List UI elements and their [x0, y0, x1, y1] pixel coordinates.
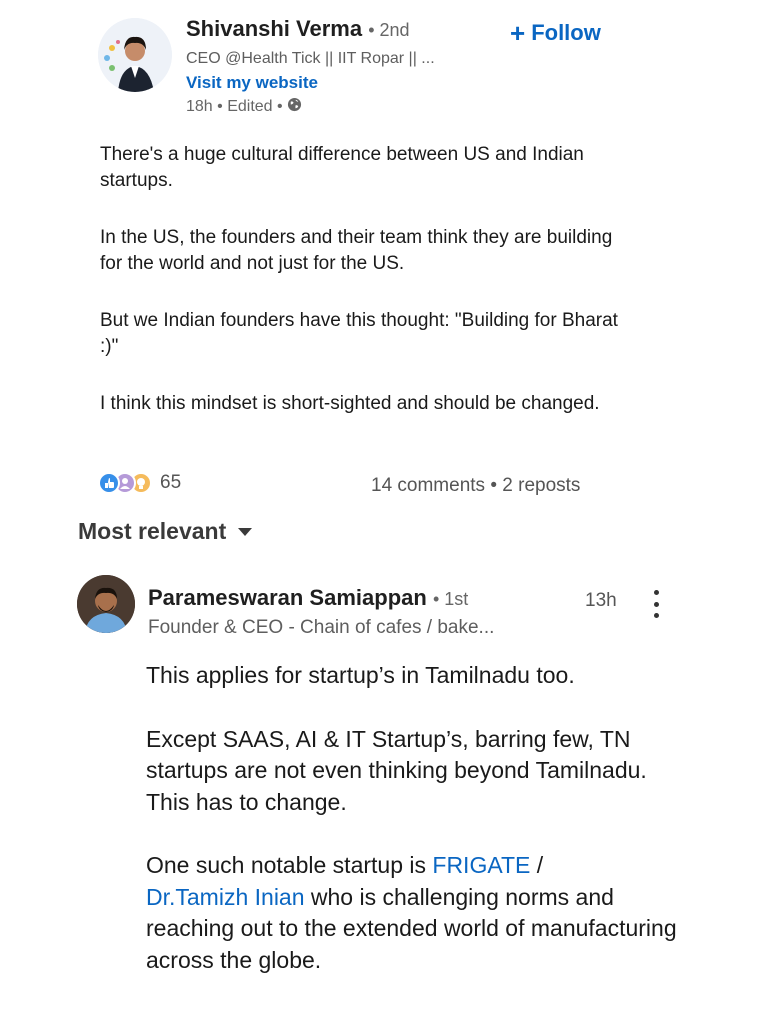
comment-text: This applies for startup’s in Tamilnadu … [146, 660, 686, 1008]
reposts-count-link[interactable]: 2 reposts [502, 475, 580, 496]
globe-icon [287, 97, 302, 117]
comment-paragraph: This applies for startup’s in Tamilnadu … [146, 662, 575, 688]
commenter-headline: Founder & CEO - Chain of cafes / bake... [148, 617, 495, 638]
post-paragraph: There's a huge cultural difference betwe… [100, 144, 584, 191]
follow-label: Follow [531, 20, 601, 45]
author-avatar[interactable] [98, 18, 172, 92]
counts-separator: • [485, 475, 503, 496]
comment-text-segment: / [530, 852, 544, 878]
reactions-summary[interactable]: 65 [98, 472, 181, 494]
comment-sort-dropdown[interactable]: Most relevant [78, 518, 253, 545]
tamizh-inian-mention-link[interactable]: Dr.Tamizh Inian [146, 884, 305, 910]
comments-count-link[interactable]: 14 comments [371, 475, 485, 496]
commenter-avatar[interactable] [77, 575, 135, 633]
follow-button[interactable]: + Follow [510, 20, 601, 46]
comment-time: 13h [585, 590, 617, 611]
plus-icon: + [510, 18, 526, 48]
post-paragraph: I think this mindset is short-sighted an… [100, 393, 600, 414]
post-counts: 14 comments • 2 reposts [371, 475, 580, 497]
post-paragraph: In the US, the founders and their team t… [100, 227, 613, 274]
comment-paragraph: Except SAAS, AI & IT Startup’s, barring … [146, 725, 647, 815]
commenter-name-text[interactable]: Parameswaran Samiappan [148, 585, 427, 610]
post-text: There's a huge cultural difference betwe… [100, 142, 620, 448]
post-paragraph: But we Indian founders have this thought… [100, 310, 618, 357]
author-name[interactable]: Shivanshi Verma • 2nd [186, 16, 410, 42]
commenter-name[interactable]: Parameswaran Samiappan • 1st [148, 585, 468, 611]
caret-down-icon [238, 527, 253, 536]
author-headline: CEO @Health Tick || IIT Ropar || ... [186, 50, 435, 67]
author-degree: • 2nd [368, 20, 410, 40]
comment-text-segment: One such notable startup is [146, 852, 433, 878]
visit-website-link[interactable]: Visit my website [186, 73, 318, 93]
reactions-count: 65 [160, 472, 182, 493]
post-meta-text: 18h • Edited • [186, 98, 283, 115]
commenter-degree: • 1st [432, 589, 469, 609]
post-meta: 18h • Edited • [186, 97, 302, 117]
comment-paragraph: One such notable startup is FRIGATE / Dr.… [146, 850, 686, 976]
author-name-text[interactable]: Shivanshi Verma [186, 16, 362, 41]
frigate-mention-link[interactable]: FRIGATE [432, 852, 530, 878]
sort-label: Most relevant [78, 518, 227, 544]
more-options-icon[interactable] [648, 590, 664, 618]
like-reaction-icon [98, 472, 120, 494]
